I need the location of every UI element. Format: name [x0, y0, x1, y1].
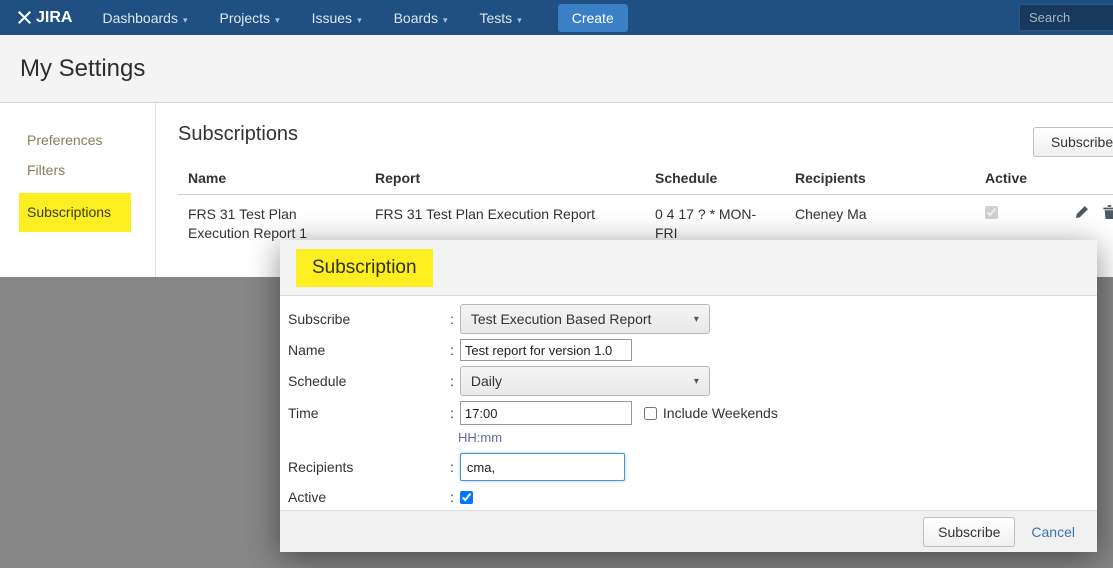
jira-logo[interactable]: JIRA: [18, 9, 72, 27]
dialog-body: Subscribe : Test Execution Based Report …: [280, 296, 1097, 505]
row-active-checkbox: [985, 206, 998, 219]
page-title: My Settings: [20, 55, 145, 83]
include-weekends-field: Include Weekends: [644, 405, 778, 421]
dialog-cancel-link[interactable]: Cancel: [1031, 524, 1075, 540]
nav-item-issues[interactable]: Issues ▾: [312, 10, 362, 26]
subscription-dialog: Subscription Subscribe : Test Execution …: [280, 240, 1097, 552]
sidebar-item-subscriptions[interactable]: Subscriptions: [19, 193, 131, 232]
active-field-row: Active :: [288, 489, 1089, 505]
subscribe-report-select-value: Test Execution Based Report: [471, 311, 652, 327]
page-header: My Settings: [0, 35, 1113, 103]
recipients-input[interactable]: [460, 453, 625, 481]
name-input[interactable]: [460, 339, 632, 361]
sidebar-item-filters[interactable]: Filters: [27, 161, 155, 180]
recipients-field-row: Recipients :: [288, 453, 1089, 481]
chevron-down-icon: ▾: [517, 15, 522, 25]
delete-trash-icon[interactable]: [1103, 205, 1113, 224]
chevron-down-icon: ▾: [694, 376, 699, 387]
subscribe-report-select[interactable]: Test Execution Based Report ▾: [460, 304, 710, 334]
subscribe-button[interactable]: Subscribe: [1033, 127, 1113, 157]
column-header-name: Name: [178, 162, 365, 195]
nav-item-dashboards[interactable]: Dashboards ▾: [102, 10, 187, 26]
nav-item-label: Tests: [479, 10, 512, 26]
schedule-field-row: Schedule : Daily ▾: [288, 366, 1089, 396]
time-format-hint: HH:mm: [458, 430, 1089, 445]
label-colon: :: [450, 489, 454, 505]
dialog-header: Subscription: [280, 240, 1097, 296]
chevron-down-icon: ▾: [275, 15, 280, 25]
column-header-report: Report: [365, 162, 645, 195]
recipients-field-label: Recipients: [288, 459, 450, 475]
subscriptions-heading: Subscriptions: [178, 123, 1113, 146]
nav-item-projects[interactable]: Projects ▾: [219, 10, 279, 26]
schedule-select[interactable]: Daily ▾: [460, 366, 710, 396]
subscribe-field-row: Subscribe : Test Execution Based Report …: [288, 304, 1089, 334]
label-colon: :: [450, 373, 454, 389]
active-field-label: Active: [288, 489, 450, 505]
chevron-down-icon: ▾: [694, 314, 699, 325]
nav-item-tests[interactable]: Tests ▾: [479, 10, 521, 26]
include-weekends-label: Include Weekends: [663, 405, 778, 421]
nav-item-boards[interactable]: Boards ▾: [394, 10, 448, 26]
include-weekends-checkbox[interactable]: [644, 407, 657, 420]
search-input[interactable]: [1019, 4, 1113, 31]
column-header-active: Active: [975, 162, 1055, 195]
name-field-label: Name: [288, 342, 450, 358]
dialog-subscribe-button[interactable]: Subscribe: [923, 517, 1015, 547]
dialog-title: Subscription: [296, 249, 433, 287]
chevron-down-icon: ▾: [357, 15, 362, 25]
time-field-label: Time: [288, 405, 450, 421]
top-navigation-bar: JIRA Dashboards ▾ Projects ▾ Issues ▾ Board…: [0, 0, 1113, 35]
schedule-select-value: Daily: [471, 373, 502, 389]
column-header-recipients: Recipients: [785, 162, 975, 195]
nav-item-label: Issues: [312, 10, 352, 26]
subscribe-field-label: Subscribe: [288, 311, 450, 327]
label-colon: :: [450, 311, 454, 327]
name-field-row: Name :: [288, 339, 1089, 361]
column-header-actions: [1055, 162, 1113, 195]
time-input[interactable]: [460, 401, 632, 425]
column-header-schedule: Schedule: [645, 162, 785, 195]
nav-item-label: Boards: [394, 10, 438, 26]
chevron-down-icon: ▾: [183, 15, 188, 25]
jira-logo-icon: [18, 11, 31, 24]
label-colon: :: [450, 405, 454, 421]
edit-pencil-icon[interactable]: [1075, 205, 1089, 224]
nav-item-label: Dashboards: [102, 10, 178, 26]
nav-item-label: Projects: [219, 10, 270, 26]
jira-logo-text: JIRA: [36, 9, 72, 27]
table-header-row: Name Report Schedule Recipients Active: [178, 162, 1113, 195]
dialog-footer: Subscribe Cancel: [280, 510, 1097, 552]
time-field-row: Time : Include Weekends: [288, 401, 1089, 425]
label-colon: :: [450, 342, 454, 358]
sidebar-item-preferences[interactable]: Preferences: [27, 131, 155, 150]
sidebar: Preferences Filters Subscriptions: [0, 103, 156, 277]
schedule-field-label: Schedule: [288, 373, 450, 389]
label-colon: :: [450, 459, 454, 475]
create-button[interactable]: Create: [558, 4, 628, 32]
chevron-down-icon: ▾: [443, 15, 448, 25]
active-checkbox[interactable]: [460, 491, 473, 504]
